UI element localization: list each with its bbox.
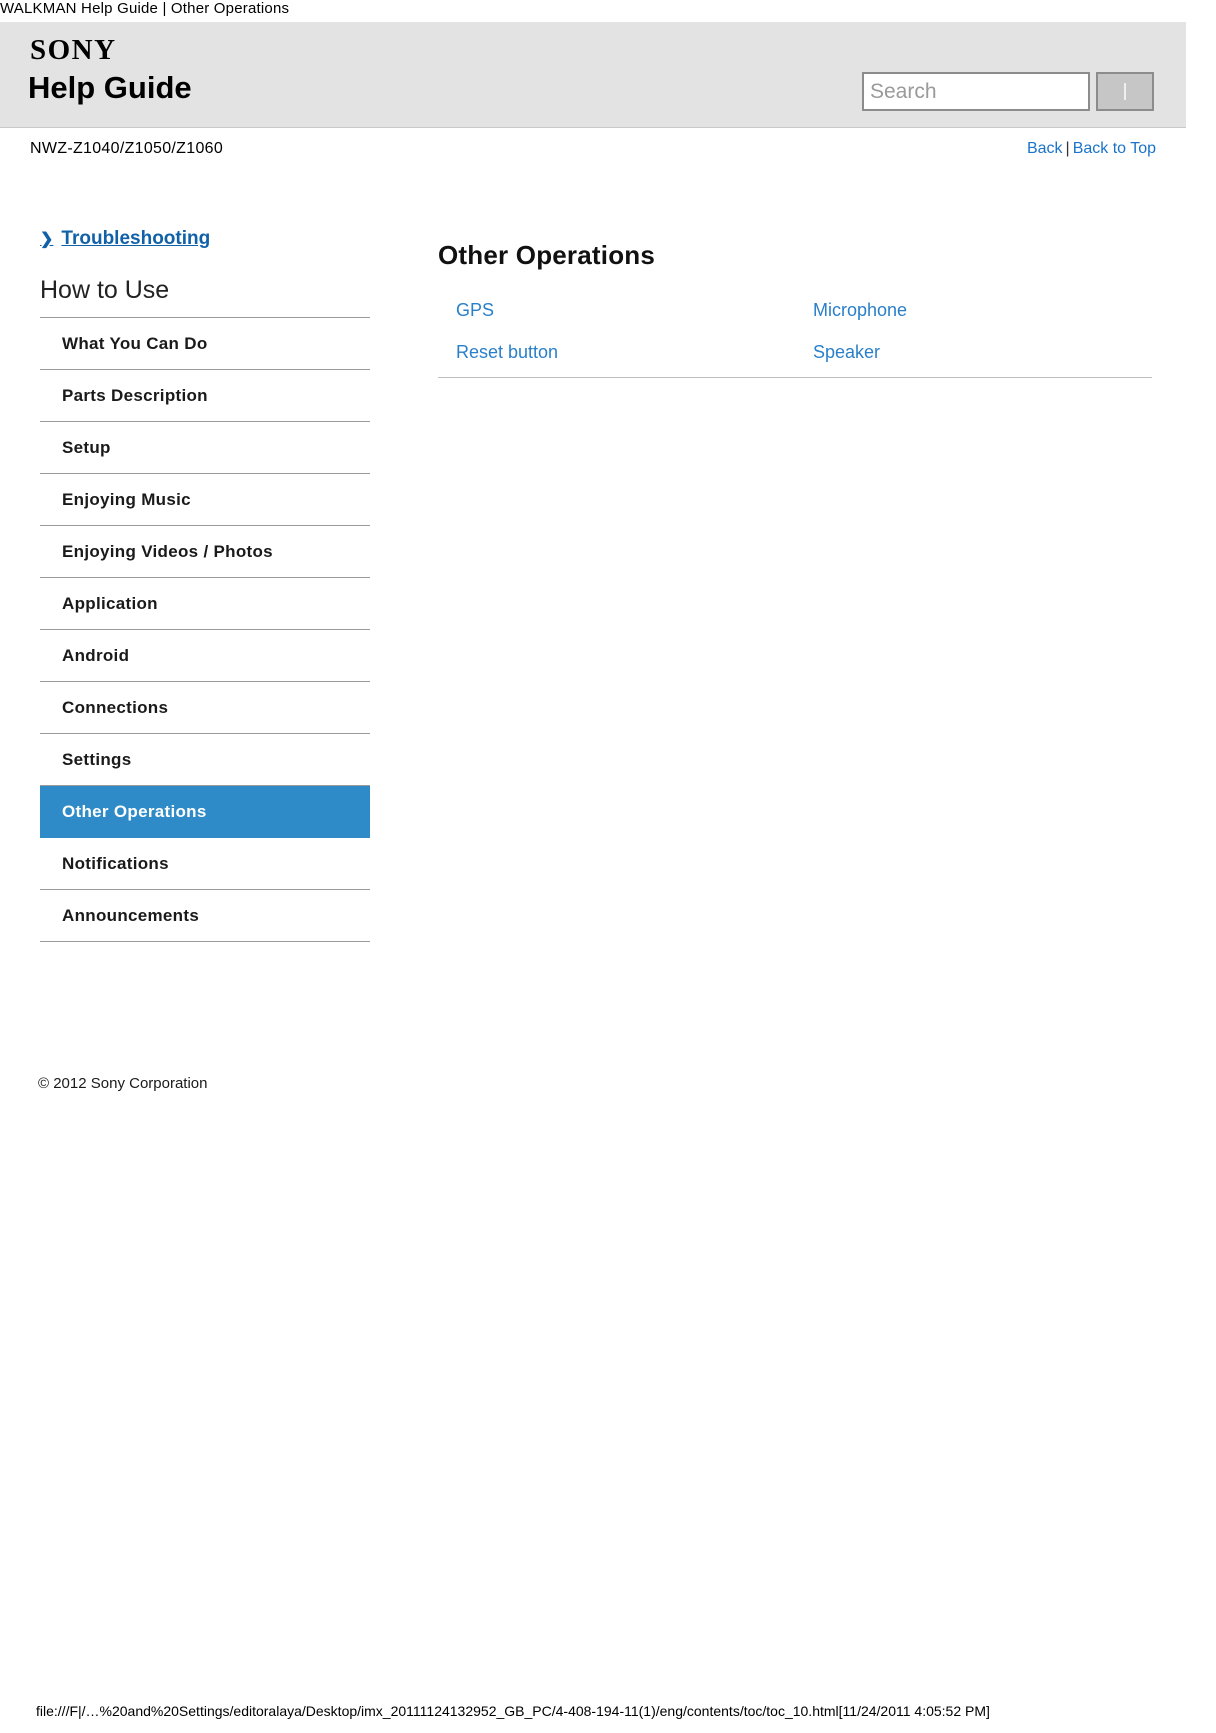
topic-cell-right: Speaker xyxy=(795,335,1152,377)
back-to-top-link[interactable]: Back to Top xyxy=(1073,140,1156,157)
search-area xyxy=(862,72,1154,111)
content-title: Other Operations xyxy=(438,240,656,270)
sidebar-item-setup[interactable]: Setup xyxy=(40,422,370,474)
topic-link-microphone[interactable]: Microphone xyxy=(813,300,907,320)
topic-cell-left: Reset button xyxy=(438,335,795,377)
sidebar: ❯ Troubleshooting How to Use What You Ca… xyxy=(40,228,370,942)
sidebar-item-connections[interactable]: Connections xyxy=(40,682,370,734)
sidebar-item-troubleshooting[interactable]: ❯ Troubleshooting xyxy=(40,228,370,250)
topic-link-gps[interactable]: GPS xyxy=(456,300,494,320)
topic-cell-left: GPS xyxy=(438,293,795,335)
site-header: SONY Help Guide xyxy=(0,22,1186,128)
sidebar-item-notifications[interactable]: Notifications xyxy=(40,838,370,890)
top-navigation: Back | Back to Top xyxy=(1027,140,1156,158)
search-icon xyxy=(1124,83,1126,100)
topic-cell-right: Microphone xyxy=(795,293,1152,335)
copyright-text: © 2012 Sony Corporation xyxy=(38,1075,208,1092)
sidebar-item-parts-description[interactable]: Parts Description xyxy=(40,370,370,422)
sidebar-item-enjoying-music[interactable]: Enjoying Music xyxy=(40,474,370,526)
search-input[interactable] xyxy=(862,72,1090,111)
sidebar-section-heading: How to Use xyxy=(40,276,370,318)
sidebar-item-announcements[interactable]: Announcements xyxy=(40,890,370,942)
topic-link-reset-button[interactable]: Reset button xyxy=(456,342,558,362)
sidebar-item-label: Troubleshooting xyxy=(61,228,211,249)
page-title: Help Guide xyxy=(28,70,192,105)
model-number: NWZ-Z1040/Z1050/Z1060 xyxy=(30,140,224,157)
status-bar-path: file:///F|/…%20and%20Settings/editoralay… xyxy=(36,1703,990,1719)
sidebar-item-settings[interactable]: Settings xyxy=(40,734,370,786)
table-row: Reset button Speaker xyxy=(438,335,1152,377)
browser-document-title: WALKMAN Help Guide | Other Operations xyxy=(0,0,290,17)
table-row: GPS Microphone xyxy=(438,293,1152,335)
sidebar-item-other-operations[interactable]: Other Operations xyxy=(40,786,370,838)
chevron-right-icon: ❯ xyxy=(40,231,54,248)
sony-logo: SONY xyxy=(30,34,117,66)
back-link[interactable]: Back xyxy=(1027,140,1063,157)
model-bar: NWZ-Z1040/Z1050/Z1060 Back | Back to Top xyxy=(0,140,1186,176)
main-content: Other Operations GPS Microphone Reset bu… xyxy=(438,240,1156,378)
sidebar-item-android[interactable]: Android xyxy=(40,630,370,682)
topic-link-grid: GPS Microphone Reset button Speaker xyxy=(438,293,1152,378)
sidebar-item-application[interactable]: Application xyxy=(40,578,370,630)
topic-link-speaker[interactable]: Speaker xyxy=(813,342,880,362)
sidebar-item-enjoying-videos-photos[interactable]: Enjoying Videos / Photos xyxy=(40,526,370,578)
nav-separator: | xyxy=(1065,140,1070,157)
sidebar-item-what-you-can-do[interactable]: What You Can Do xyxy=(40,318,370,370)
search-button[interactable] xyxy=(1096,72,1154,111)
